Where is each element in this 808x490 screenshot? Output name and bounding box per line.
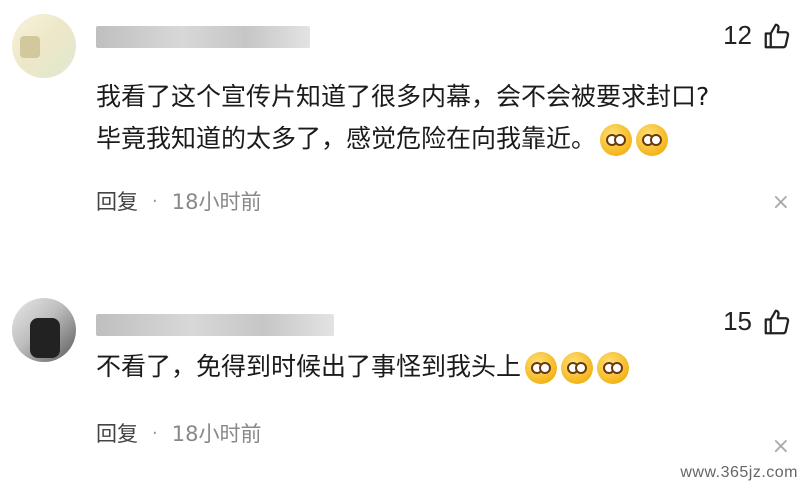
reply-button[interactable]: 回复 <box>96 186 138 216</box>
avatar[interactable] <box>12 298 76 362</box>
thumbs-up-icon[interactable] <box>762 307 792 337</box>
timestamp: 18小时前 <box>171 422 262 446</box>
username-blurred[interactable] <box>96 314 334 336</box>
close-icon[interactable]: × <box>772 192 790 214</box>
comment-meta: 回复 · 18小时前 <box>96 418 261 448</box>
watermark: www.365jz.com <box>680 464 798 481</box>
reply-button[interactable]: 回复 <box>96 418 138 448</box>
emoji-icon <box>600 124 633 156</box>
close-icon[interactable]: × <box>772 436 790 458</box>
comment-text: 不看了，免得到时候出了事怪到我头上 <box>96 346 630 388</box>
comment-meta: 回复 · 18小时前 <box>96 186 261 216</box>
separator-dot: · <box>152 422 158 444</box>
like-group[interactable]: 15 <box>723 306 792 337</box>
emoji-icon <box>561 352 594 384</box>
comment-line-text: 不看了，免得到时候出了事怪到我头上 <box>96 352 522 381</box>
comment-line: 毕竟我知道的太多了，感觉危险在向我靠近。 <box>96 118 709 160</box>
like-group[interactable]: 12 <box>723 20 792 51</box>
comment-item: 12 我看了这个宣传片知道了很多内幕，会不会被要求封口? 毕竟我知道的太多了，感… <box>0 0 808 245</box>
comment-text: 我看了这个宣传片知道了很多内幕，会不会被要求封口? 毕竟我知道的太多了，感觉危险… <box>96 76 709 160</box>
emoji-icon <box>636 124 669 156</box>
comment-item: 15 不看了，免得到时候出了事怪到我头上 回复 · 18小时前 × <box>0 290 808 490</box>
like-count: 15 <box>723 306 752 336</box>
username-blurred[interactable] <box>96 26 310 48</box>
like-count: 12 <box>723 20 752 50</box>
avatar[interactable] <box>12 14 76 78</box>
timestamp: 18小时前 <box>171 190 262 214</box>
thumbs-up-icon[interactable] <box>762 21 792 51</box>
emoji-icon <box>597 352 630 384</box>
comment-line: 不看了，免得到时候出了事怪到我头上 <box>96 346 630 388</box>
comment-line-text: 毕竟我知道的太多了，感觉危险在向我靠近。 <box>96 124 597 153</box>
emoji-icon <box>525 352 558 384</box>
separator-dot: · <box>152 190 158 212</box>
comment-line: 我看了这个宣传片知道了很多内幕，会不会被要求封口? <box>96 82 710 111</box>
